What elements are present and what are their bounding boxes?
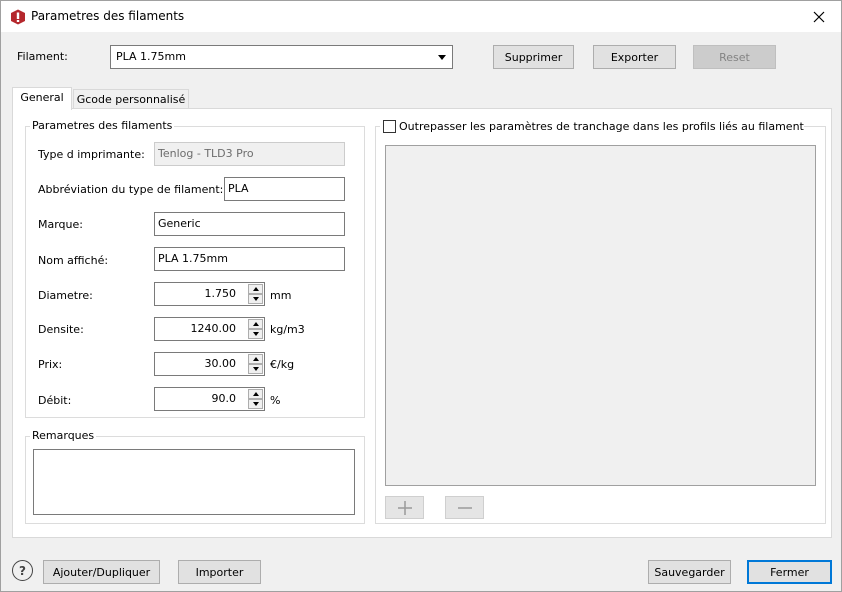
display-name-label: Nom affiché: [38,254,109,267]
delete-button[interactable]: Supprimer [493,45,574,69]
density-unit: kg/m3 [270,323,305,336]
app-logo-icon [11,9,25,25]
close-icon [813,11,825,22]
price-decrement-button[interactable] [248,364,263,374]
override-settings-list[interactable] [385,145,816,486]
tab-general[interactable]: General [12,87,72,110]
filament-params-group-title: Parametres des filaments [30,119,175,132]
filament-select-value: PLA 1.75mm [116,50,186,63]
window-close-button[interactable] [797,1,841,32]
chevron-up-icon [252,357,259,361]
remove-override-button[interactable] [445,496,484,519]
chevron-down-icon [252,297,259,301]
price-label: Prix: [38,358,63,371]
flow-increment-button[interactable] [248,389,263,399]
density-stepper[interactable]: 1240.00 [154,317,265,341]
diameter-increment-button[interactable] [248,284,263,294]
diameter-stepper[interactable]: 1.750 [154,282,265,306]
export-button[interactable]: Exporter [593,45,676,69]
density-label: Densite: [38,323,84,336]
chevron-down-icon [252,402,259,406]
help-icon[interactable]: ? [12,560,33,581]
tab-custom-gcode[interactable]: Gcode personnalisé [73,89,189,110]
flow-decrement-button[interactable] [248,399,263,409]
diameter-label: Diametre: [38,289,93,302]
density-value: 1240.00 [190,322,237,335]
override-label: Outrepasser les paramètres de tranchage … [399,120,804,133]
title-bar: Parametres des filaments [1,1,841,32]
chevron-down-icon [252,332,259,336]
diameter-decrement-button[interactable] [248,294,263,304]
window-title: Parametres des filaments [31,9,185,23]
printer-type-field: Tenlog - TLD3 Pro [154,142,345,166]
price-stepper[interactable]: 30.00 [154,352,265,376]
chevron-up-icon [252,287,259,291]
override-checkbox[interactable] [383,120,396,133]
minus-icon [457,506,472,509]
price-increment-button[interactable] [248,354,263,364]
price-value: 30.00 [204,357,237,370]
plus-icon [397,500,412,515]
abbrev-label: Abbréviation du type de filament: [38,183,224,196]
diameter-unit: mm [270,289,292,302]
diameter-value: 1.750 [204,287,237,300]
filament-label: Filament: [17,50,68,63]
chevron-down-icon [438,55,446,60]
density-increment-button[interactable] [248,319,263,329]
flow-stepper[interactable]: 90.0 [154,387,265,411]
chevron-up-icon [252,392,259,396]
reset-button[interactable]: Reset [693,45,776,69]
remarks-group-title: Remarques [30,429,97,442]
filament-settings-dialog: Parametres des filaments Filament: PLA 1… [0,0,842,592]
display-name-field[interactable]: PLA 1.75mm [154,247,345,271]
close-button[interactable]: Fermer [747,560,832,584]
flow-label: Débit: [38,394,72,407]
filament-select[interactable]: PLA 1.75mm [110,45,453,69]
printer-type-label: Type d imprimante: [38,148,145,161]
general-tab-panel: Parametres des filaments Type d impriman… [12,108,832,538]
save-button[interactable]: Sauvegarder [648,560,731,584]
chevron-down-icon [252,367,259,371]
flow-unit: % [270,394,281,407]
add-override-button[interactable] [385,496,424,519]
brand-field[interactable]: Generic [154,212,345,236]
density-decrement-button[interactable] [248,329,263,339]
import-button[interactable]: Importer [178,560,261,584]
chevron-up-icon [252,322,259,326]
flow-value: 90.0 [211,392,237,405]
abbrev-field[interactable]: PLA [224,177,345,201]
brand-label: Marque: [38,218,83,231]
add-duplicate-button[interactable]: Ajouter/Dupliquer [43,560,160,584]
remarks-textarea[interactable] [33,449,355,515]
price-unit: €/kg [270,358,295,371]
